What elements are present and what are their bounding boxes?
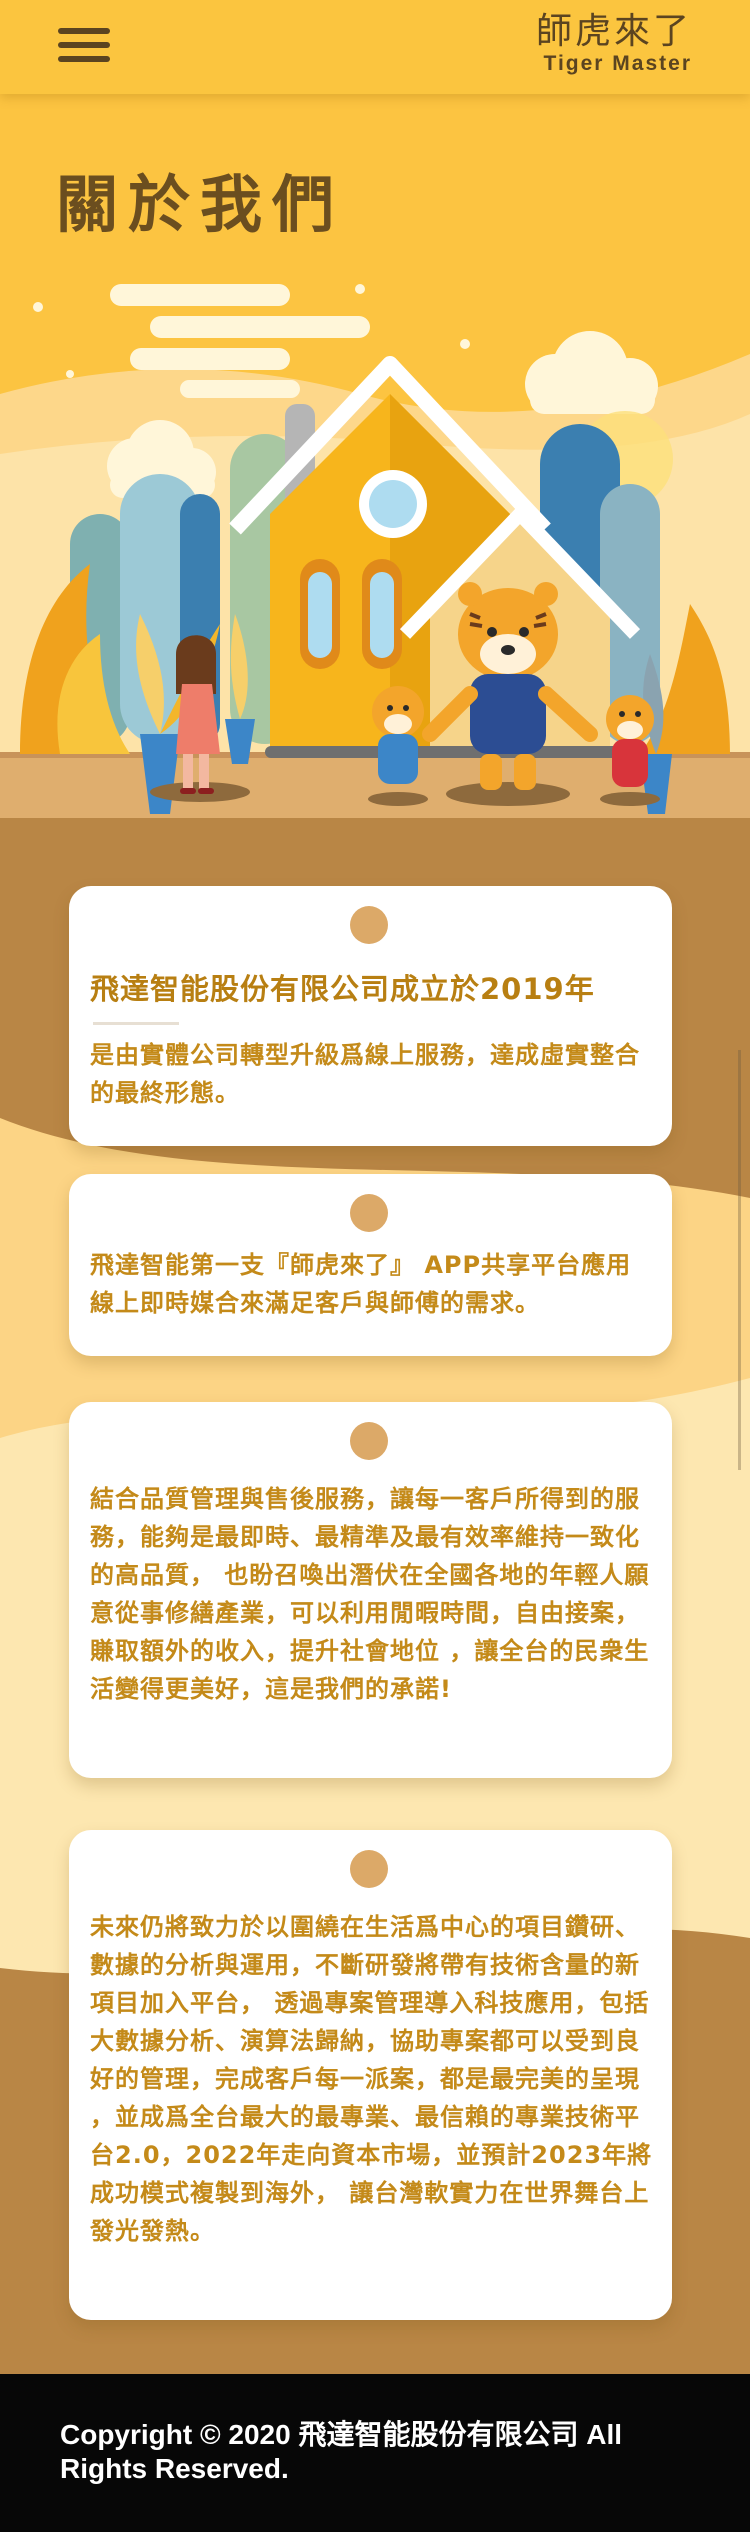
hamburger-menu-icon[interactable] (58, 24, 112, 66)
card-text: 結合品質管理與售後服務，讓每一客戶所得到的服務，能夠是最即時、最精準及最有效率維… (90, 1485, 650, 1703)
card-title: 飛達智能股份有限公司成立於2019年 (90, 972, 595, 1006)
footer: Copyright © 2020 飛達智能股份有限公司 All Rights R… (0, 2374, 750, 2532)
card-text: 飛達智能第一支『師虎來了』 APP共享平台應用線上即時媒合來滿足客戶與師傅的需求… (90, 1251, 632, 1317)
brand-name-english: Tiger Master (543, 52, 692, 75)
app-platform-card: 飛達智能第一支『師虎來了』 APP共享平台應用線上即時媒合來滿足客戶與師傅的需求… (69, 1174, 672, 1356)
quality-service-card: 結合品質管理與售後服務，讓每一客戶所得到的服務，能夠是最即時、最精準及最有效率維… (69, 1402, 672, 1778)
future-vision-card: 未來仍將致力於以圍繞在生活爲中心的項目鑽研、數據的分析與運用，不斷研發將帶有技術… (69, 1830, 672, 2320)
card-text: 未來仍將致力於以圍繞在生活爲中心的項目鑽研、數據的分析與運用，不斷研發將帶有技術… (90, 1913, 653, 2245)
card-dot-icon (350, 1422, 388, 1460)
top-navigation-bar: 師虎來了 Tiger Master (0, 0, 750, 94)
hero-banner: 關於我們 (0, 94, 750, 818)
card-dot-icon (350, 1194, 388, 1232)
copyright-text: Copyright © 2020 飛達智能股份有限公司 All Rights R… (60, 2419, 623, 2484)
card-dot-icon (350, 906, 388, 944)
brand-name-chinese: 師虎來了 (535, 11, 692, 52)
page-title: 關於我們 (56, 168, 345, 241)
title-underline (93, 1022, 179, 1025)
scrollbar-indicator (738, 1050, 741, 1470)
brand-logo[interactable]: 師虎來了 Tiger Master (536, 12, 692, 76)
card-dot-icon (350, 1850, 388, 1888)
card-text: 是由實體公司轉型升級爲線上服務，達成虛實整合的最終形態。 (90, 1041, 640, 1107)
about-content-section: 飛達智能股份有限公司成立於2019年 是由實體公司轉型升級爲線上服務，達成虛實整… (0, 818, 750, 2374)
company-intro-card: 飛達智能股份有限公司成立於2019年 是由實體公司轉型升級爲線上服務，達成虛實整… (69, 886, 672, 1146)
